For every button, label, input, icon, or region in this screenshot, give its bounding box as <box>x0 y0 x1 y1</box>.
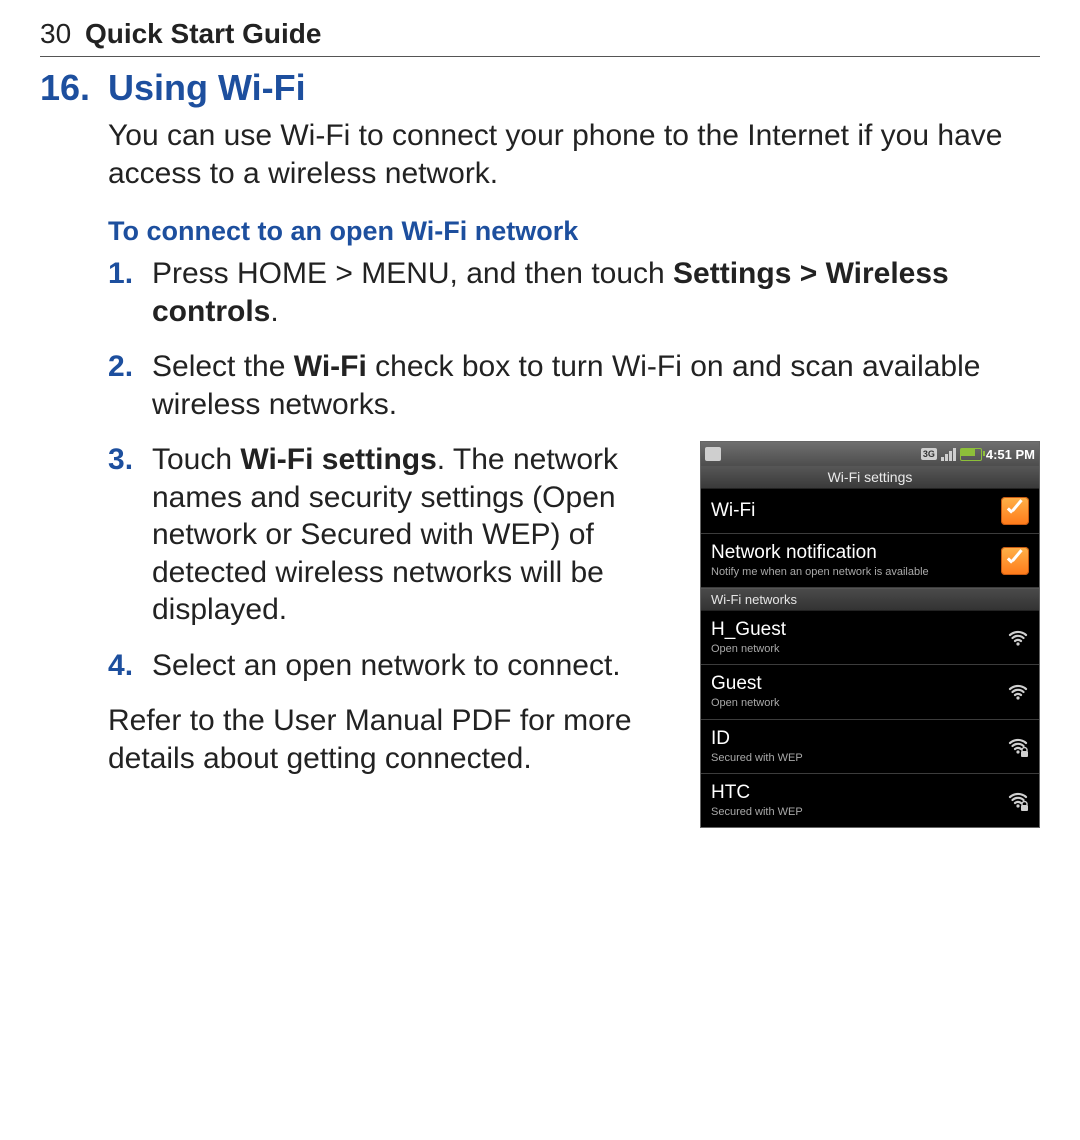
row-network-notification[interactable]: Network notification Notify me when an o… <box>701 534 1039 588</box>
step-4: Select an open network to connect. <box>108 647 672 685</box>
status-time: 4:51 PM <box>986 447 1035 462</box>
phone-screenshot: 3G 4:51 PM Wi-Fi settings Wi-Fi Network … <box>700 441 1040 828</box>
signal-icon <box>941 447 956 461</box>
section-number: 16. <box>40 67 108 109</box>
row-network[interactable]: H_Guest Open network <box>701 611 1039 665</box>
network-name: ID <box>711 728 803 750</box>
step-2: Select the Wi-Fi check box to turn Wi-Fi… <box>108 348 1040 423</box>
row-network[interactable]: Guest Open network <box>701 665 1039 719</box>
wifi-locked-icon <box>1007 735 1029 757</box>
steps-list-cont: Touch Wi-Fi settings. The network names … <box>108 441 672 684</box>
section-title: Using Wi-Fi <box>108 67 306 109</box>
checkbox-checked-icon[interactable] <box>1001 497 1029 525</box>
row-wifi-toggle[interactable]: Wi-Fi <box>701 489 1039 534</box>
battery-icon <box>960 448 982 461</box>
network-name: Guest <box>711 673 779 695</box>
wifi-icon <box>1007 681 1029 703</box>
network-subtitle: Secured with WEP <box>711 806 803 819</box>
status-bar: 3G 4:51 PM <box>701 442 1039 466</box>
section-heading: 16. Using Wi-Fi <box>40 67 1040 109</box>
checkbox-checked-icon[interactable] <box>1001 547 1029 575</box>
running-head: 30 Quick Start Guide <box>40 18 1040 50</box>
row-title: Wi-Fi <box>711 500 755 522</box>
settings-list: Wi-Fi Network notification Notify me whe… <box>701 489 1039 827</box>
step-3: Touch Wi-Fi settings. The network names … <box>108 441 672 629</box>
network-name: H_Guest <box>711 619 786 641</box>
guide-title: Quick Start Guide <box>85 18 322 49</box>
intro-paragraph: You can use Wi-Fi to connect your phone … <box>108 117 1040 192</box>
row-network[interactable]: HTC Secured with WEP <box>701 774 1039 827</box>
network-name: HTC <box>711 782 803 804</box>
step-1: Press HOME > MENU, and then touch Settin… <box>108 255 1040 330</box>
network-subtitle: Secured with WEP <box>711 752 803 765</box>
wifi-icon <box>1007 627 1029 649</box>
network-subtitle: Open network <box>711 643 786 656</box>
steps-list: Press HOME > MENU, and then touch Settin… <box>108 255 1040 423</box>
row-title: Network notification <box>711 542 929 564</box>
row-network[interactable]: ID Secured with WEP <box>701 720 1039 774</box>
network-subtitle: Open network <box>711 697 779 710</box>
networks-section-label: Wi-Fi networks <box>701 588 1039 611</box>
subheading: To connect to an open Wi-Fi network <box>108 216 1040 247</box>
closing-paragraph: Refer to the User Manual PDF for more de… <box>108 702 672 777</box>
network-3g-icon: 3G <box>921 448 937 460</box>
row-subtitle: Notify me when an open network is availa… <box>711 566 929 579</box>
sdcard-icon <box>705 447 721 461</box>
wifi-locked-icon <box>1007 789 1029 811</box>
screen-title: Wi-Fi settings <box>701 466 1039 489</box>
page-number: 30 <box>40 18 71 49</box>
header-rule <box>40 56 1040 57</box>
